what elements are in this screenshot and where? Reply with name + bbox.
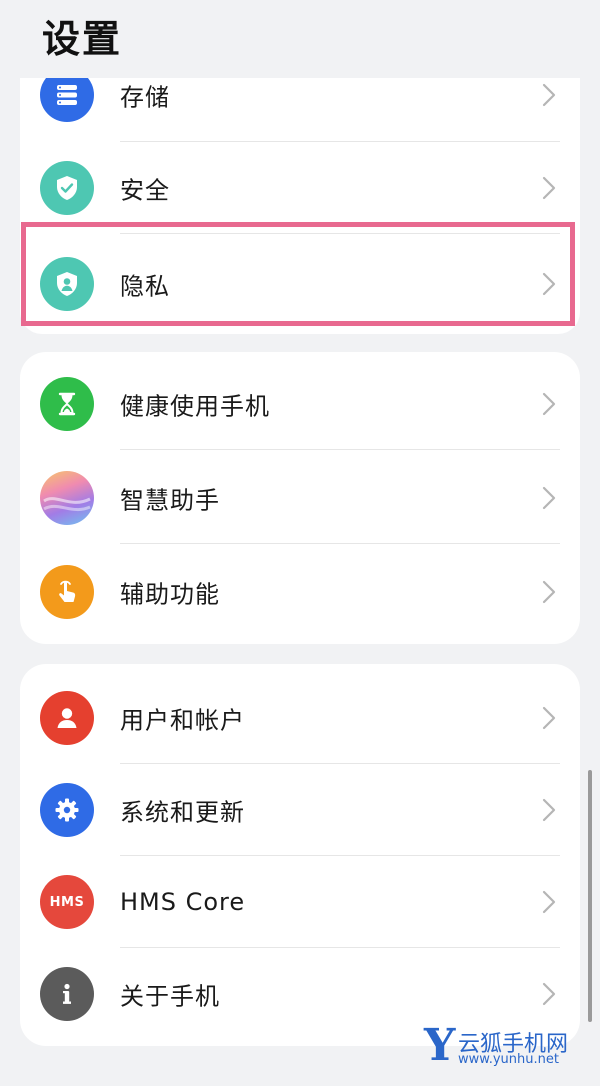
settings-gear-icon — [40, 783, 94, 837]
settings-item-smart-assistant[interactable]: 智慧助手 — [20, 452, 580, 544]
settings-item-privacy[interactable]: 隐私 — [20, 234, 580, 334]
chevron-right-icon — [542, 798, 556, 822]
settings-item-label: 智慧助手 — [120, 486, 220, 515]
settings-group-2: 健康使用手机 智慧助手 辅助功能 — [20, 352, 580, 644]
settings-item-label: 关于手机 — [120, 982, 220, 1011]
page-title: 设置 — [42, 17, 123, 61]
smart-assistant-icon — [40, 471, 94, 525]
settings-item-label: 系统和更新 — [120, 798, 245, 827]
chevron-right-icon — [542, 982, 556, 1006]
divider — [120, 449, 560, 450]
settings-item-label: 用户和帐户 — [120, 706, 245, 735]
storage-icon — [40, 78, 94, 122]
chevron-right-icon — [542, 272, 556, 296]
user-icon — [40, 691, 94, 745]
settings-item-hms-core[interactable]: HMS HMS Core — [20, 856, 580, 948]
divider — [120, 543, 560, 544]
settings-item-label: HMS Core — [120, 888, 246, 916]
settings-item-label: 健康使用手机 — [120, 392, 270, 421]
chevron-right-icon — [542, 176, 556, 200]
privacy-shield-icon — [40, 257, 94, 311]
chevron-right-icon — [542, 890, 556, 914]
chevron-right-icon — [542, 83, 556, 107]
settings-item-label: 隐私 — [120, 272, 170, 301]
hourglass-icon — [40, 377, 94, 431]
settings-group-1: 存储 安全 隐私 — [20, 78, 580, 334]
chevron-right-icon — [542, 486, 556, 510]
chevron-right-icon — [542, 392, 556, 416]
settings-item-accessibility[interactable]: 辅助功能 — [20, 546, 580, 638]
settings-item-storage[interactable]: 存储 — [20, 78, 580, 142]
hand-touch-icon — [40, 565, 94, 619]
settings-group-3: 用户和帐户 系统和更新 HMS HMS Core 关于手机 — [20, 664, 580, 1046]
info-icon — [40, 967, 94, 1021]
chevron-right-icon — [542, 706, 556, 730]
shield-check-icon — [40, 161, 94, 215]
hms-icon-text: HMS — [49, 894, 85, 910]
settings-item-security[interactable]: 安全 — [20, 142, 580, 234]
settings-item-users-accounts[interactable]: 用户和帐户 — [20, 672, 580, 764]
hms-icon: HMS — [40, 875, 94, 929]
settings-item-label: 安全 — [120, 176, 170, 205]
watermark: Y 云狐手机网 www.yunhu.net — [424, 1020, 600, 1072]
settings-item-label: 存储 — [120, 83, 170, 112]
watermark-logo-letter: Y — [424, 1020, 456, 1071]
settings-item-label: 辅助功能 — [120, 580, 220, 609]
chevron-right-icon — [542, 580, 556, 604]
settings-item-digital-balance[interactable]: 健康使用手机 — [20, 358, 580, 450]
settings-item-system-update[interactable]: 系统和更新 — [20, 764, 580, 856]
scrollbar[interactable] — [588, 770, 592, 1022]
watermark-url: www.yunhu.net — [458, 1052, 559, 1067]
